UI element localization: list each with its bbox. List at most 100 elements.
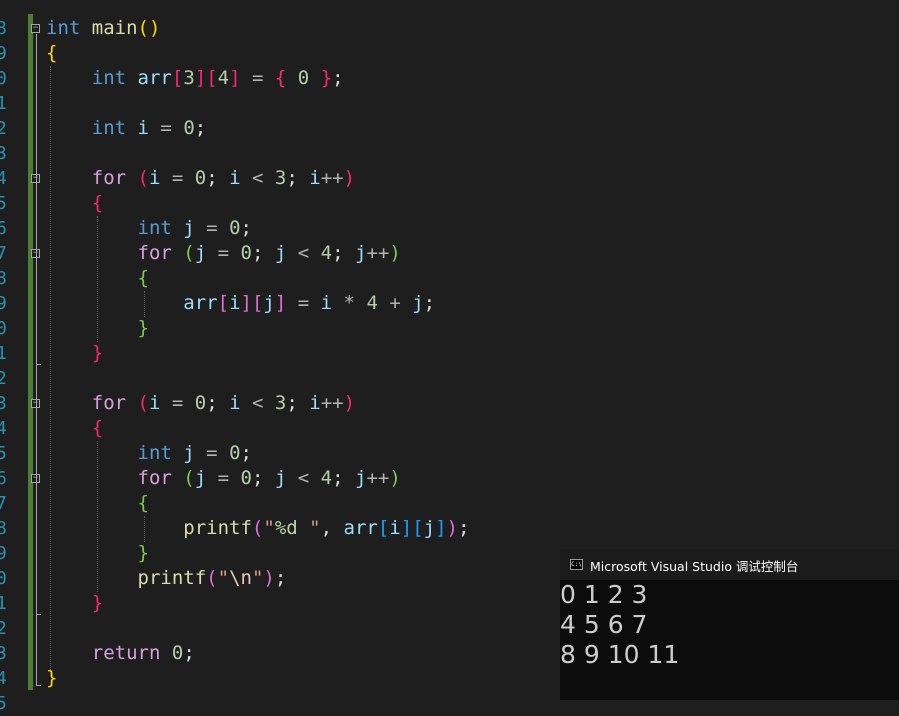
fold-region-end [36, 685, 41, 686]
code-token: ; [423, 292, 436, 314]
code-token: 0 [240, 467, 252, 489]
debug-console-window[interactable]: C:\ Microsoft Visual Studio 调试控制台 0 1 2 … [560, 549, 899, 700]
code-token: ) [343, 392, 356, 414]
code-token: i [320, 292, 333, 314]
code-token: j [194, 467, 207, 489]
code-token: i [309, 167, 321, 189]
code-token: = [206, 467, 241, 489]
code-line[interactable]: } [46, 591, 103, 616]
code-token: = [194, 442, 230, 464]
code-token: = [206, 242, 241, 264]
code-token: } [91, 592, 104, 614]
code-line[interactable]: return 0; [46, 641, 195, 666]
code-token: [ [251, 292, 264, 314]
code-token: ; [332, 467, 355, 489]
code-token: i [229, 292, 241, 314]
code-line[interactable]: for (i = 0; i < 3; i++) [46, 166, 355, 191]
code-token: \n [229, 567, 252, 589]
console-title: Microsoft Visual Studio 调试控制台 [590, 559, 799, 574]
code-token: for [91, 392, 127, 414]
code-token: int [46, 17, 81, 39]
code-line[interactable]: for (j = 0; j < 4; j++) [46, 241, 401, 266]
code-token: 0 [171, 642, 184, 664]
code-token: i [309, 392, 321, 414]
collapse-icon-main[interactable]: − [31, 24, 40, 33]
code-token: 0 [183, 117, 195, 139]
code-line[interactable]: int main() [46, 16, 160, 41]
code-line[interactable]: } [46, 341, 103, 366]
code-token: ( [183, 467, 195, 489]
code-token: 3 [183, 67, 195, 89]
line-number: 3 [0, 643, 7, 664]
code-line[interactable]: printf("%d ", arr[i][j]); [46, 516, 469, 541]
code-token: { [46, 42, 58, 64]
code-token: [ [217, 292, 230, 314]
code-token: ) [148, 17, 161, 39]
code-line[interactable]: } [46, 316, 149, 341]
code-line[interactable]: { [46, 416, 103, 441]
code-token: ; [332, 242, 355, 264]
console-title-bar[interactable]: C:\ Microsoft Visual Studio 调试控制台 [560, 549, 899, 580]
code-token: = [160, 167, 195, 189]
code-line[interactable]: } [46, 541, 149, 566]
code-token: 4 [320, 242, 333, 264]
code-token: ++ [366, 467, 390, 489]
code-token: main [80, 17, 138, 39]
code-token: printf [183, 517, 252, 539]
code-token: arr [126, 67, 172, 89]
code-token: } [320, 67, 333, 89]
code-line[interactable]: { [46, 191, 103, 216]
code-line[interactable]: { [46, 491, 149, 516]
code-line[interactable]: int i = 0; [46, 116, 206, 141]
code-token: 0 [229, 217, 241, 239]
line-number: 2 [0, 118, 7, 139]
code-token: = [160, 392, 195, 414]
code-token: arr [343, 517, 378, 539]
code-token: ( [206, 567, 218, 589]
code-line[interactable]: printf("\n"); [46, 566, 287, 591]
line-number: 6 [0, 218, 7, 239]
code-token: j [263, 292, 275, 314]
code-line[interactable]: for (j = 0; j < 4; j++) [46, 466, 401, 491]
code-token: ] [229, 67, 241, 89]
code-line[interactable]: { [46, 41, 57, 66]
code-token: j [171, 217, 195, 239]
console-output-line: 4 5 6 7 [560, 610, 648, 639]
code-line[interactable]: arr[i][j] = i * 4 + j; [46, 291, 435, 316]
code-token: [ [377, 517, 390, 539]
code-token: i [229, 167, 241, 189]
code-token: = [148, 117, 184, 139]
code-line[interactable]: { [46, 266, 149, 291]
line-number: 1 [0, 93, 7, 114]
code-line[interactable]: int arr[3][4] = { 0 }; [46, 66, 344, 91]
code-token: 0 [194, 392, 207, 414]
code-token: ; [274, 567, 287, 589]
code-token: j [412, 292, 424, 314]
code-token: [ [206, 67, 218, 89]
code-token: ; [251, 242, 275, 264]
code-token: ; [240, 217, 252, 239]
code-token: , [320, 517, 344, 539]
code-token: ; [206, 167, 230, 189]
code-token: ( [183, 242, 195, 264]
code-line[interactable]: for (i = 0; i < 3; i++) [46, 391, 355, 416]
code-token: ; [240, 442, 252, 464]
change-tracking-bar [28, 14, 33, 690]
code-line[interactable]: } [46, 666, 57, 691]
code-line[interactable]: int j = 0; [46, 441, 252, 466]
code-token: ; [286, 167, 310, 189]
line-number: 3 [0, 143, 7, 164]
line-number-gutter: 8 9 0 1 2 3 4 5 6 7 8 9 0 1 2 3 4 5 6 7 8 9 0 1 2 3 4 5 [0, 0, 40, 714]
code-line[interactable]: int j = 0; [46, 216, 252, 241]
code-token: 0 [194, 167, 207, 189]
